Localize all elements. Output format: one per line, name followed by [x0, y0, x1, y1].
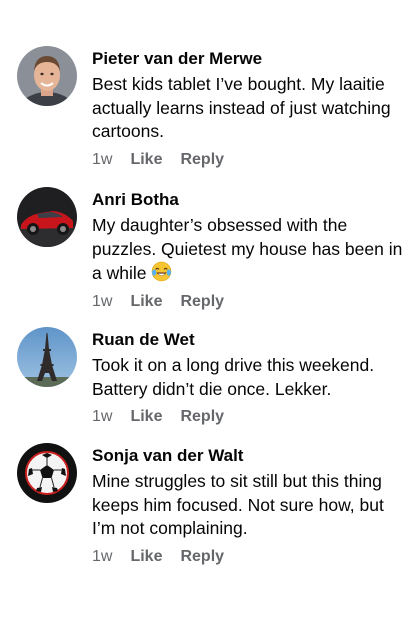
- comment-text: My daughter’s obsessed with the puzzles.…: [92, 214, 408, 286]
- comment-actions: 1w Like Reply: [92, 151, 408, 169]
- reply-button[interactable]: Reply: [180, 151, 224, 169]
- soccer-ball-icon: [17, 443, 77, 503]
- comment-text: Mine struggles to sit still but this thi…: [92, 471, 384, 538]
- comment-author[interactable]: Sonja van der Walt: [92, 445, 408, 467]
- comment-text: Took it on a long drive this weekend. Ba…: [92, 355, 375, 399]
- comment-text: Best kids tablet I’ve bought. My laaitie…: [92, 74, 391, 141]
- comment-actions: 1w Like Reply: [92, 548, 408, 566]
- reply-button[interactable]: Reply: [180, 293, 224, 311]
- reply-button[interactable]: Reply: [180, 408, 224, 426]
- comment-timestamp: 1w: [92, 408, 113, 425]
- comment-text-content: My daughter’s obsessed with the puzzles.…: [92, 215, 403, 283]
- comment-timestamp: 1w: [92, 547, 113, 565]
- comment-timestamp: 1w: [92, 150, 113, 168]
- laughing-tears-emoji-icon: [152, 261, 172, 282]
- comment-author[interactable]: Ruan de Wet: [92, 329, 408, 351]
- avatar[interactable]: [17, 46, 77, 106]
- like-button[interactable]: Like: [130, 151, 162, 169]
- reply-button[interactable]: Reply: [180, 548, 224, 566]
- avatar[interactable]: [17, 443, 77, 503]
- like-button[interactable]: Like: [130, 408, 162, 426]
- like-button[interactable]: Like: [130, 548, 162, 566]
- eiffel-tower-icon: [17, 327, 77, 387]
- avatar[interactable]: [17, 327, 77, 387]
- comment-actions: 1w Like Reply: [92, 293, 408, 311]
- comment-author[interactable]: Anri Botha: [92, 189, 408, 211]
- comment-author[interactable]: Pieter van der Merwe: [92, 48, 408, 70]
- man-portrait-icon: [17, 46, 77, 106]
- comment-actions: 1w Like Reply: [92, 408, 408, 426]
- comment-timestamp: 1w: [92, 292, 113, 310]
- red-sports-car-icon: [17, 187, 77, 247]
- like-button[interactable]: Like: [130, 293, 162, 311]
- avatar[interactable]: [17, 187, 77, 247]
